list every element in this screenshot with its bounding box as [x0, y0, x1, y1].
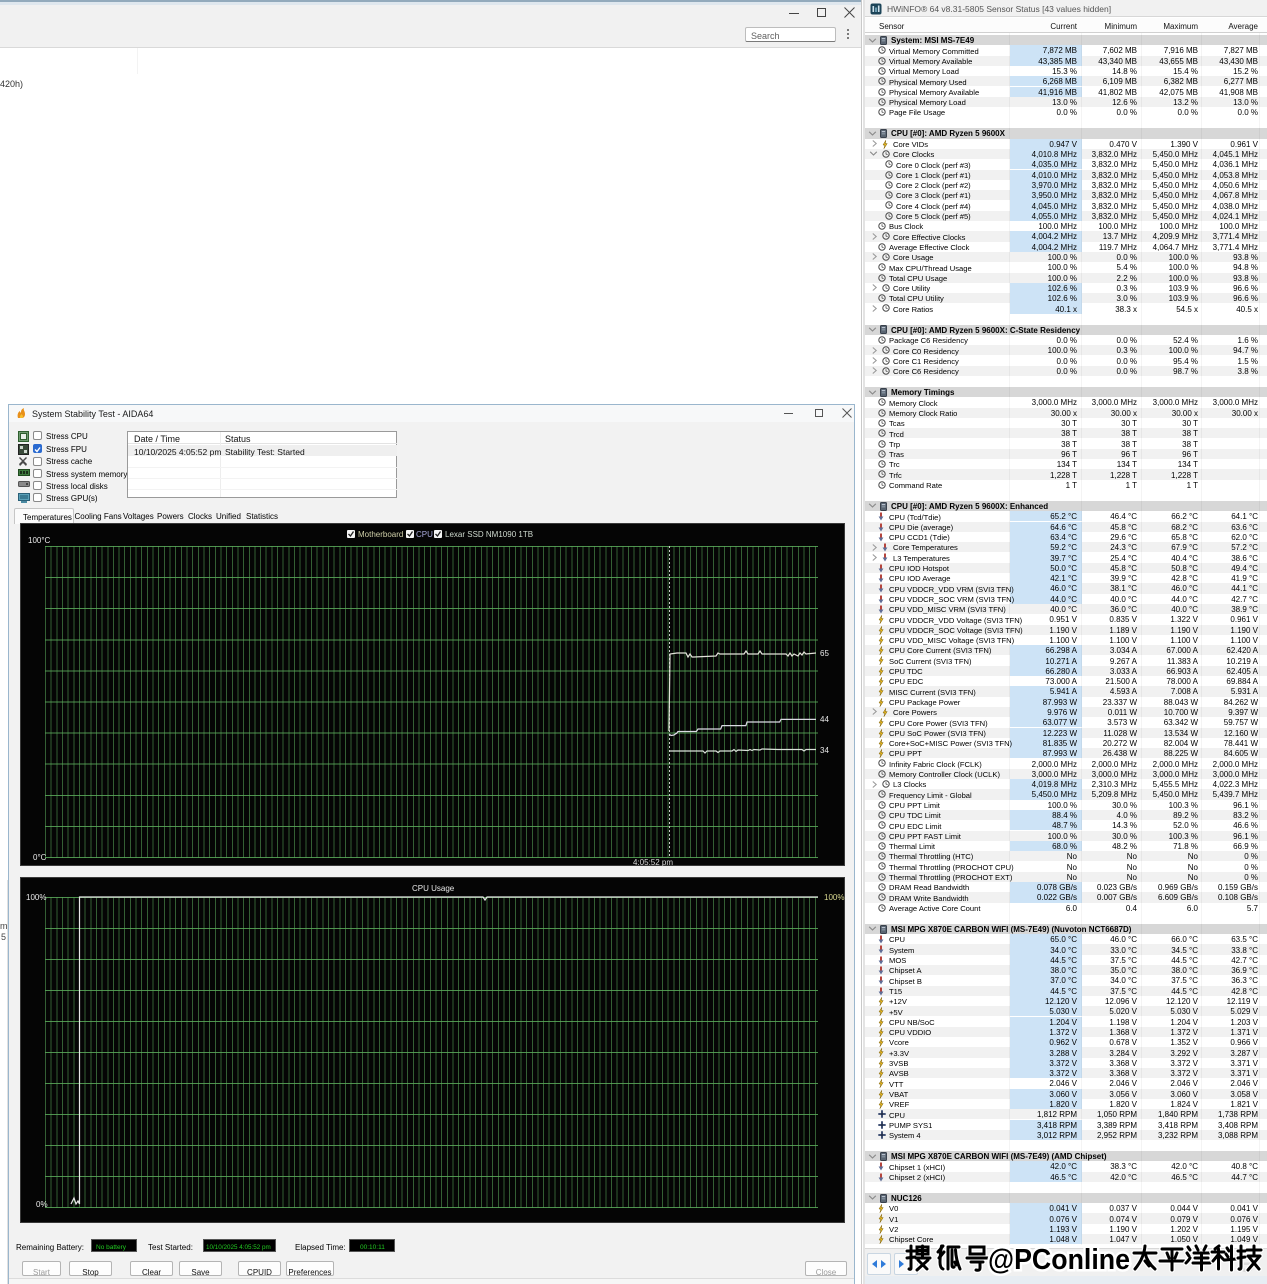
svg-text:@PConline: @PConline [988, 1244, 1130, 1276]
